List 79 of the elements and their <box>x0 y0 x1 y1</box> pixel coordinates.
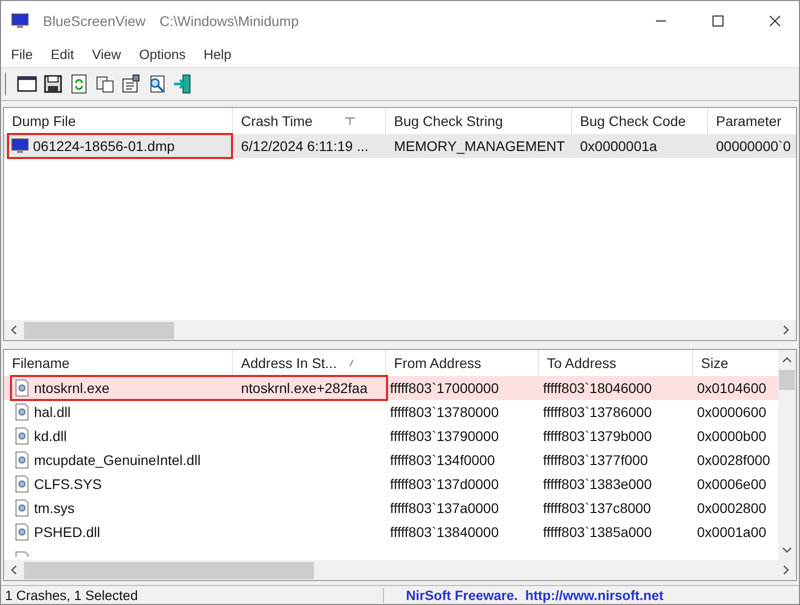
vertical-scrollbar[interactable] <box>778 350 796 560</box>
table-cell: fffff803`17000000 <box>390 380 499 396</box>
table-cell: 00000000`0 <box>716 138 791 154</box>
window-title: BlueScreenView <box>43 13 146 29</box>
table-cell: 0x0001a00 <box>697 524 766 540</box>
file-icon <box>14 379 30 397</box>
document-icon[interactable] <box>120 73 142 95</box>
table-cell: PSHED.dll <box>34 524 100 540</box>
scroll-down-icon[interactable] <box>782 546 792 554</box>
table-cell: fffff803`137d0000 <box>390 476 499 492</box>
driver-row[interactable]: mcupdate_GenuineIntel.dll fffff803`134f0000 fffff803`1377f000 0x0028f000 <box>4 448 778 472</box>
table-cell: hal.dll <box>34 404 71 420</box>
menu-item[interactable]: File <box>11 46 33 62</box>
driver-row[interactable]: PSHED.dll fffff803`13840000 fffff803`1385a000 0x0001a00 <box>4 520 778 544</box>
menu-item[interactable]: Options <box>139 46 186 62</box>
sort-icon <box>345 117 355 125</box>
table-cell: 0x0002800 <box>697 500 766 516</box>
file-icon <box>14 523 30 541</box>
save-icon[interactable] <box>42 73 64 95</box>
table-cell: fffff803`13786000 <box>543 404 652 420</box>
table-cell: fffff803`1383e000 <box>543 476 652 492</box>
table-cell: fffff803`134f0000 <box>390 452 495 468</box>
scroll-right-icon[interactable] <box>782 325 790 335</box>
horizontal-scrollbar[interactable] <box>4 320 796 340</box>
table-cell: mcupdate_GenuineIntel.dll <box>34 452 201 468</box>
table-cell: 6/12/2024 6:11:19 ... <box>241 138 368 154</box>
file-icon <box>14 499 30 517</box>
table-cell: 0x0006e00 <box>697 476 766 492</box>
scroll-up-icon[interactable] <box>782 356 792 364</box>
file-icon <box>14 475 30 493</box>
window-path: C:\Windows\Minidump <box>159 13 299 29</box>
table-cell: fffff803`137c8000 <box>543 500 651 516</box>
scroll-left-icon[interactable] <box>10 565 18 575</box>
table-cell: fffff803`1379b000 <box>543 428 652 444</box>
driver-row[interactable]: CLFS.SYS fffff803`137d0000 fffff803`1383e000 0x0006e00 <box>4 472 778 496</box>
table-cell: MEMORY_MANAGEMENT <box>394 138 565 154</box>
horizontal-scrollbar[interactable] <box>4 560 796 580</box>
table-cell: 0x0104600 <box>697 380 766 396</box>
table-cell: ntoskrnl.exe <box>34 380 110 396</box>
table-cell: fffff803`1377f000 <box>543 452 648 468</box>
scroll-left-icon[interactable] <box>10 325 18 335</box>
status-text: 1 Crashes, 1 Selected <box>1 588 384 602</box>
driver-row[interactable]: kd.dll fffff803`13790000 fffff803`1379b000 0x0000b00 <box>4 424 778 448</box>
crash-row[interactable]: 061224-18656-01.dmp 6/12/2024 6:11:19 ... MEMORY_MANAGEMENT 0x0000001a 00000000`0 <box>4 134 796 158</box>
table-cell: fffff803`18046000 <box>543 380 652 396</box>
table-cell: tm.sys <box>34 500 74 516</box>
maximize-icon[interactable] <box>712 15 724 27</box>
file-icon <box>14 427 30 445</box>
monitor-icon <box>11 12 29 30</box>
table-cell: fffff803`13780000 <box>390 404 499 420</box>
column-header[interactable]: Address In St... <box>233 350 386 376</box>
file-icon <box>14 403 30 421</box>
driver-row[interactable]: tm.sys fffff803`137a0000 fffff803`137c8000 0x0002800 <box>4 496 778 520</box>
close-icon[interactable] <box>769 15 781 27</box>
table-cell: kd.dll <box>34 428 67 444</box>
monitor-icon <box>11 138 29 154</box>
scroll-right-icon[interactable] <box>782 565 790 575</box>
menu-item[interactable]: View <box>92 46 122 62</box>
menu-item[interactable]: Help <box>204 46 232 62</box>
scroll-thumb[interactable] <box>779 370 795 390</box>
driver-row[interactable]: ntoskrnl.exe ntoskrnl.exe+282faa fffff803`17000000 fffff803`18046000 0x0104600 <box>4 376 778 400</box>
table-cell: CLFS.SYS <box>34 476 102 492</box>
driver-row[interactable]: hal.dll fffff803`13780000 fffff803`13786000 0x0000600 <box>4 400 778 424</box>
menu-item[interactable]: Edit <box>50 46 74 62</box>
file-icon <box>14 451 30 469</box>
scroll-thumb[interactable] <box>24 322 174 338</box>
table-cell: 0x0000001a <box>580 138 658 154</box>
table-cell: 061224-18656-01.dmp <box>33 138 175 154</box>
scroll-thumb[interactable] <box>24 562 314 578</box>
table-cell: fffff803`13790000 <box>390 428 499 444</box>
table-cell: fffff803`1385a000 <box>543 524 652 540</box>
table-cell: 0x0000b00 <box>697 428 766 444</box>
table-cell: fffff803`13840000 <box>390 524 499 540</box>
file-icon <box>14 551 30 557</box>
table-cell: ntoskrnl.exe+282faa <box>241 380 368 396</box>
website-link[interactable]: NirSoft Freeware. http://www.nirsoft.net <box>384 588 664 602</box>
table-cell: fffff803`137a0000 <box>390 500 499 516</box>
table-cell: 0x0000600 <box>697 404 766 420</box>
table-cell: 0x0028f000 <box>697 452 770 468</box>
